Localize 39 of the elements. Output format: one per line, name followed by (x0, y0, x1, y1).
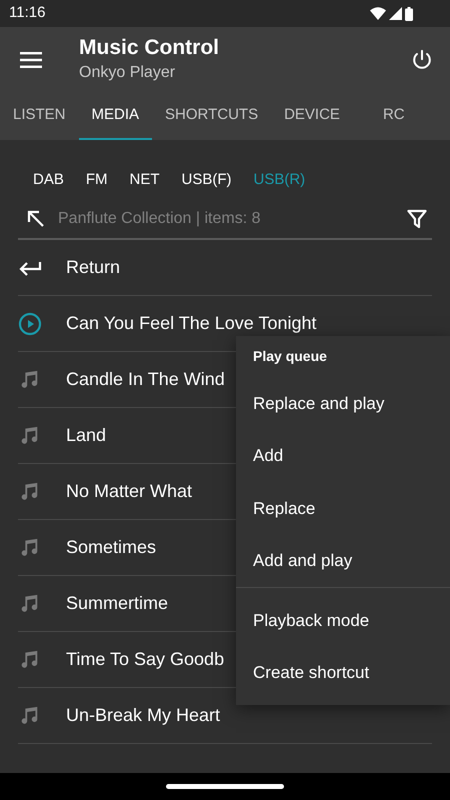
tab[interactable]: LISTEN (0, 92, 79, 140)
menu-item[interactable]: Add and play (236, 534, 450, 587)
list-item-title[interactable]: Can You Feel The Love Tonight (66, 310, 317, 337)
list-item-title[interactable]: Land (66, 422, 106, 449)
list-item-title[interactable]: No Matter What (66, 478, 192, 505)
app-subtitle: Onkyo Player (79, 62, 176, 82)
menu-header: Play queue (253, 347, 327, 366)
list-item-title[interactable]: Sometimes (66, 534, 156, 561)
play-circle-icon (18, 312, 42, 336)
menu-item[interactable]: Create shortcut (236, 646, 450, 699)
arrow-up-left-icon (27, 210, 45, 228)
folder-path: Panflute Collection | items: 8 (58, 209, 262, 229)
source-button[interactable]: FM (74, 166, 119, 194)
power-icon (411, 48, 433, 70)
list-item-title[interactable]: Candle In The Wind (66, 366, 225, 393)
battery-icon (405, 6, 413, 20)
source-button[interactable]: USB(R) (242, 166, 316, 194)
menu-icon (20, 52, 42, 68)
tab[interactable]: DEVICE (271, 92, 353, 140)
list-item-title[interactable]: Summertime (66, 590, 168, 617)
filter-icon (407, 209, 427, 229)
list-item-title[interactable]: Time To Say Goodb (66, 646, 224, 673)
tab[interactable]: SHORTCUTS (152, 92, 272, 140)
source-button[interactable]: NET (118, 166, 171, 194)
list-item-title[interactable]: Return (66, 254, 120, 281)
menu-item[interactable]: Add (236, 430, 450, 482)
menu-item[interactable]: Playback mode (236, 594, 450, 646)
signal-icon (389, 7, 402, 20)
return-arrow-icon (18, 260, 42, 276)
tab[interactable]: MEDIA (78, 92, 152, 140)
menu-item[interactable]: Replace (236, 482, 450, 534)
app-title: Music Control (79, 34, 220, 60)
source-button[interactable]: USB(F) (170, 166, 243, 194)
wifi-icon (370, 7, 386, 20)
list-item-title[interactable]: Un-Break My Heart (66, 702, 220, 729)
source-button[interactable]: DAB (22, 166, 75, 194)
status-time: 11:16 (9, 3, 46, 24)
menu-item[interactable]: Replace and play (236, 377, 450, 430)
tab[interactable]: RC (352, 92, 435, 140)
